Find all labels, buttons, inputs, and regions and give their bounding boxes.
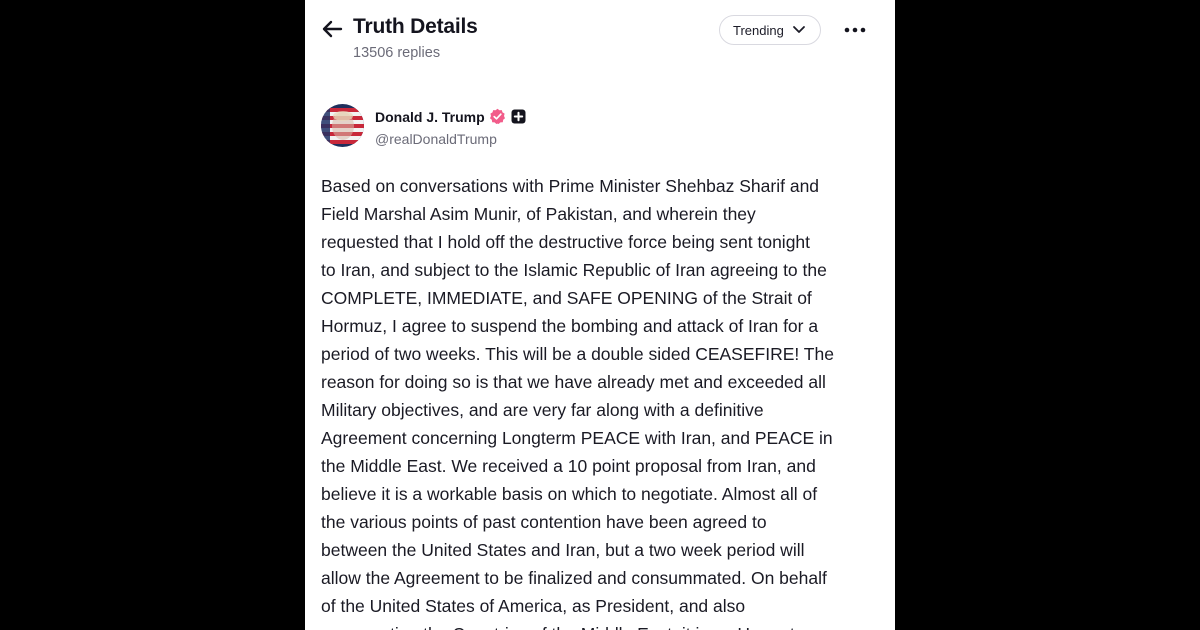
- author-name-row: Donald J. Trump: [375, 108, 526, 125]
- post-text-line: allow the Agreement to be finalized and …: [321, 568, 827, 588]
- post-text-line: to Iran, and subject to the Islamic Repu…: [321, 260, 827, 280]
- post-text-line: requested that I hold off the destructiv…: [321, 232, 811, 252]
- avatar[interactable]: [321, 104, 364, 147]
- post-text: Based on conversations with Prime Minist…: [321, 172, 883, 630]
- sort-dropdown-label: Trending: [733, 22, 784, 38]
- page-title: Truth Details: [353, 15, 478, 38]
- sort-dropdown[interactable]: Trending: [719, 15, 821, 45]
- reply-count: 13506 replies: [353, 45, 441, 61]
- post-text-line: of the United States of America, as Pres…: [321, 596, 746, 616]
- chevron-down-icon: [793, 26, 805, 33]
- avatar-image: [321, 104, 364, 147]
- author-name[interactable]: Donald J. Trump: [375, 109, 485, 125]
- truth-plus-icon: [511, 109, 526, 124]
- post-text-line: between the United States and Iran, but …: [321, 540, 805, 560]
- post-text-line: Hormuz, I agree to suspend the bombing a…: [321, 316, 819, 336]
- post-text-line: believe it is a workable basis on which …: [321, 484, 818, 504]
- back-button[interactable]: [319, 16, 345, 42]
- post-text-line: period of two weeks. This will be a doub…: [321, 344, 834, 364]
- post-text-line: the Middle East. We received a 10 point …: [321, 456, 816, 476]
- post-text-line: Agreement concerning Longterm PEACE with…: [321, 428, 833, 448]
- post-text-line: reason for doing so is that we have alre…: [321, 372, 826, 392]
- author-handle[interactable]: @realDonaldTrump: [375, 131, 497, 147]
- arrow-left-icon: [322, 20, 343, 38]
- post-text-line: the various points of past contention ha…: [321, 512, 767, 532]
- post-text-line: Military objectives, and are very far al…: [321, 400, 764, 420]
- post-text-line: Field Marshal Asim Munir, of Pakistan, a…: [321, 204, 756, 224]
- post-author[interactable]: Donald J. Trump @realDonaldTrump: [321, 104, 721, 148]
- post-text-line: representing the Countries of the Middle…: [321, 620, 883, 630]
- more-horizontal-icon: [844, 27, 866, 33]
- truth-details-panel: Truth Details 13506 replies Trending Don…: [305, 0, 895, 630]
- more-options-button[interactable]: [840, 19, 870, 41]
- post-text-line: Based on conversations with Prime Minist…: [321, 176, 820, 196]
- verified-badge-icon: [489, 108, 505, 124]
- page-header: Truth Details 13506 replies Trending: [305, 0, 895, 80]
- post-text-line: COMPLETE, IMMEDIATE, and SAFE OPENING of…: [321, 288, 812, 308]
